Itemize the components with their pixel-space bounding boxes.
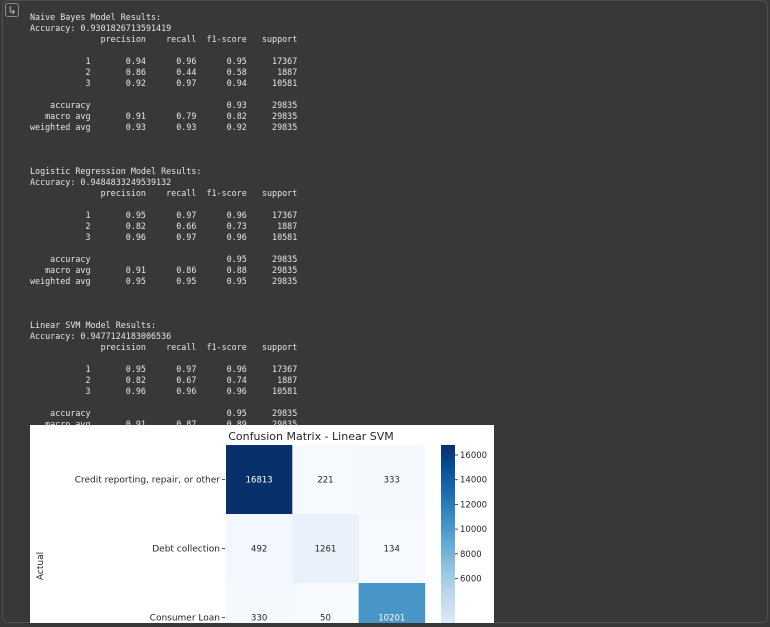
report-summary-row: accuracy 0.95 29835 [30,254,298,264]
report-class-row: 3 0.92 0.97 0.94 10581 [30,78,298,88]
report-class-row: 2 0.82 0.67 0.74 1887 [30,375,298,385]
report-class-row: 1 0.95 0.97 0.96 17367 [30,210,298,220]
y-axis-label: Actual [36,552,46,580]
row-tick-labels: Credit reporting, repair, or other Debt c… [75,476,225,624]
heatmap-cells: 16813 221 333 492 1261 134 330 50 10201 [226,445,426,624]
heatmap-cell-value: 10201 [378,614,405,624]
report-header-row: precision recall f1-score support [30,342,298,352]
row-tick-label: Consumer Loan [150,614,220,624]
confusion-matrix-figure: Confusion Matrix - Linear SVM Actual 168… [30,425,494,623]
classification-report-text: Naive Bayes Model Results: Accuracy: 0.9… [30,12,297,441]
colorbar: 16000 14000 12000 10000 8000 6000 [441,445,487,623]
report-title: Naive Bayes Model Results: [30,12,162,22]
report-summary-row: accuracy 0.93 29835 [30,100,298,110]
report-summary-row: weighted avg 0.93 0.93 0.92 29835 [30,122,298,132]
report-class-row: 1 0.95 0.97 0.96 17367 [30,364,298,374]
report-title: Linear SVM Model Results: [30,320,157,330]
heatmap-cell-value: 333 [384,476,400,486]
colorbar-tick-label: 6000 [460,575,482,585]
report-header-row: precision recall f1-score support [30,188,298,198]
report-summary-row: accuracy 0.95 29835 [30,408,298,418]
colorbar-gradient [441,445,455,623]
report-header-row: precision recall f1-score support [30,34,298,44]
heatmap-cell-value: 134 [384,545,400,555]
colorbar-tick-label: 8000 [460,550,482,560]
report-class-row: 2 0.82 0.66 0.73 1887 [30,221,298,231]
heatmap-cell-value: 492 [251,545,267,555]
report-summary-row: weighted avg 0.95 0.95 0.95 29835 [30,276,298,286]
accuracy-line: Accuracy: 0.9484833249539132 [30,177,172,187]
report-title: Logistic Regression Model Results: [30,166,202,176]
colorbar-tick-label: 14000 [460,476,487,486]
heatmap-cell-value: 221 [317,476,333,486]
report-summary-row: macro avg 0.91 0.79 0.82 29835 [30,111,298,121]
colorbar-tick-label: 12000 [460,500,487,510]
heatmap-cell-value: 330 [251,614,267,624]
report-class-row: 3 0.96 0.96 0.96 10581 [30,386,298,396]
report-class-row: 2 0.86 0.44 0.58 1887 [30,67,298,77]
colorbar-tick-label: 10000 [460,525,487,535]
report-class-row: 1 0.94 0.96 0.95 17367 [30,56,298,66]
accuracy-line: Accuracy: 0.9301826713591419 [30,23,172,33]
colorbar-tick-label: 16000 [460,451,487,461]
accuracy-line: Accuracy: 0.9477124183006536 [30,331,172,341]
row-tick-label: Debt collection [152,545,220,555]
heatmap-cell-value: 16813 [246,476,273,486]
chart-title: Confusion Matrix - Linear SVM [228,430,394,443]
confusion-matrix-chart: Confusion Matrix - Linear SVM Actual 168… [36,430,487,624]
report-summary-row: macro avg 0.91 0.86 0.88 29835 [30,265,298,275]
cell-output-area: ↳ Naive Bayes Model Results: Accuracy: 0… [0,0,770,627]
heatmap-cell-value: 50 [320,614,331,624]
report-class-row: 3 0.96 0.97 0.96 10581 [30,232,298,242]
heatmap-cell-value: 1261 [315,545,337,555]
row-tick-label: Credit reporting, repair, or other [75,476,221,486]
